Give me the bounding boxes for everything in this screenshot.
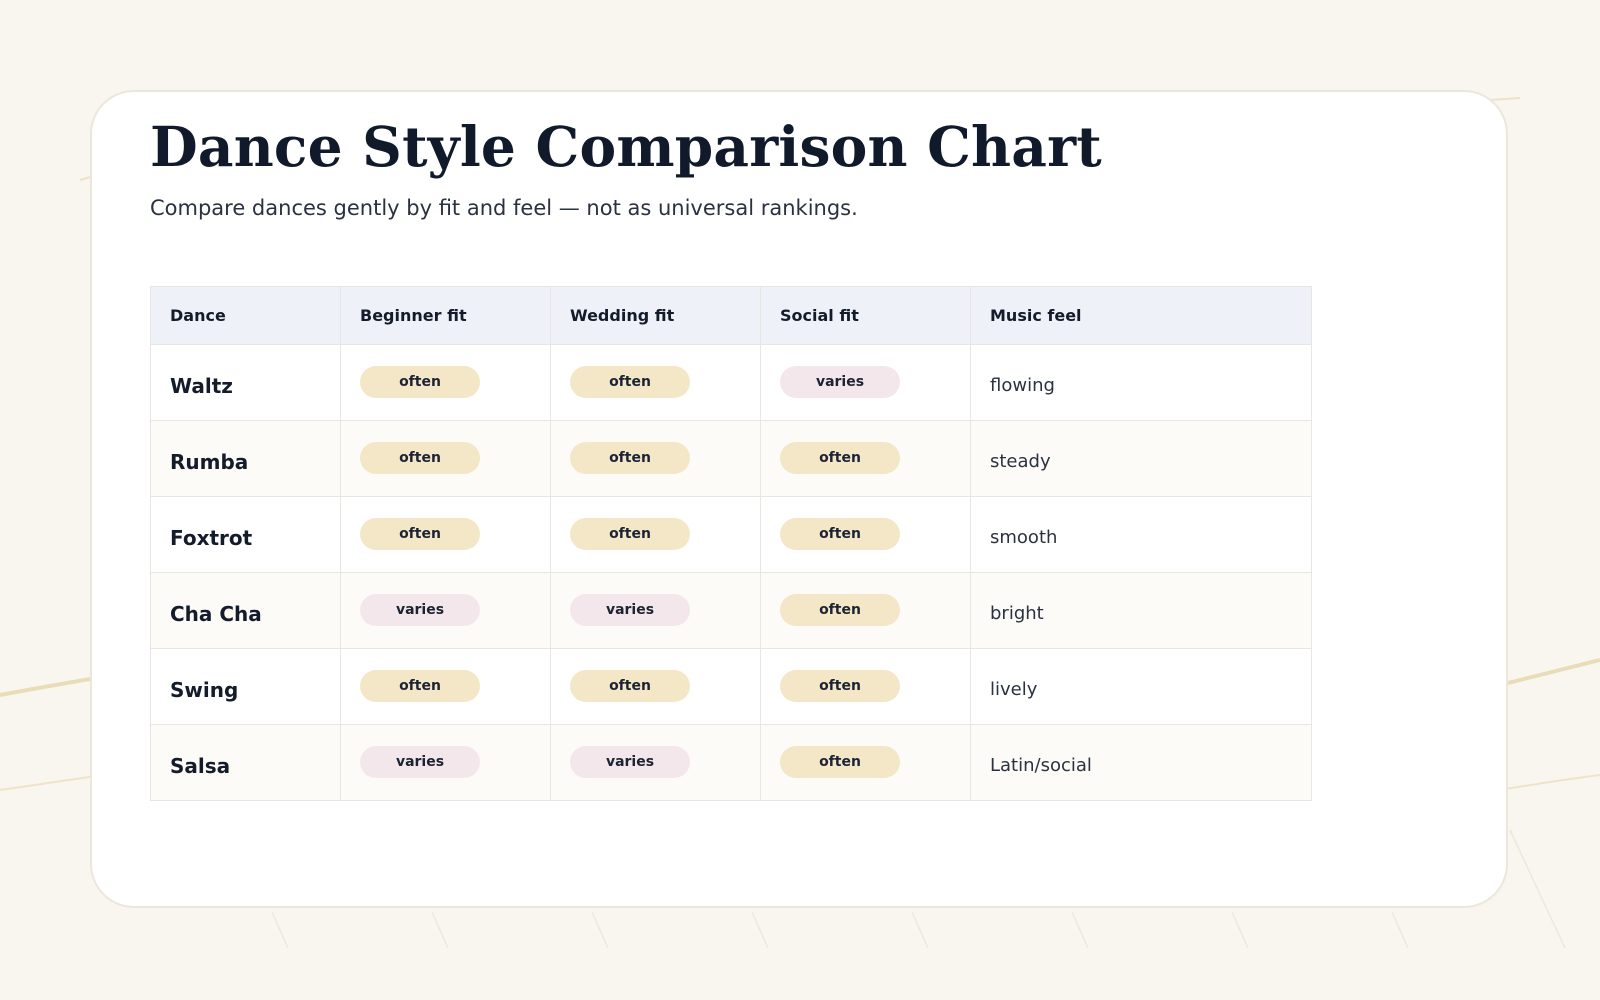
dance-name: Salsa [170, 753, 231, 778]
beginner-fit-badge: often [360, 365, 480, 398]
social-fit-cell: often [760, 420, 971, 497]
music-feel-text: flowing [990, 375, 1055, 396]
beginner-fit-cell: varies [340, 572, 551, 649]
dance-name: Swing [170, 677, 239, 702]
beginner-fit-badge: often [360, 517, 480, 550]
beginner-fit-cell: varies [340, 724, 551, 801]
social-fit-cell: often [760, 496, 971, 573]
column-header-dance: Dance [150, 286, 341, 345]
dance-cell: Salsa [150, 724, 341, 801]
social-fit-badge: varies [780, 365, 900, 398]
wedding-fit-badge: varies [570, 745, 690, 778]
social-fit-badge: often [780, 593, 900, 626]
column-header-beginner-fit: Beginner fit [340, 286, 551, 345]
chart-card: Dance Style Comparison Chart Compare dan… [90, 90, 1508, 908]
beginner-fit-badge: often [360, 669, 480, 702]
beginner-fit-cell: often [340, 496, 551, 573]
beginner-fit-badge: varies [360, 593, 480, 626]
dance-name: Foxtrot [170, 525, 253, 550]
dance-name: Cha Cha [170, 601, 262, 626]
social-fit-cell: often [760, 724, 971, 801]
beginner-fit-badge: varies [360, 745, 480, 778]
comparison-table: Dance Beginner fit Wedding fit Social fi… [150, 286, 1312, 801]
wedding-fit-badge: often [570, 365, 690, 398]
column-header-music-feel: Music feel [970, 286, 1312, 345]
wedding-fit-badge: varies [570, 593, 690, 626]
table-row: Rumba often often often steady [150, 420, 1312, 497]
social-fit-badge: often [780, 517, 900, 550]
music-feel-text: lively [990, 679, 1038, 700]
wedding-fit-badge: often [570, 441, 690, 474]
beginner-fit-badge: often [360, 441, 480, 474]
music-feel-text: steady [990, 451, 1051, 472]
wedding-fit-badge: often [570, 669, 690, 702]
beginner-fit-cell: often [340, 344, 551, 421]
table-header-row: Dance Beginner fit Wedding fit Social fi… [150, 286, 1312, 345]
table-row: Cha Cha varies varies often bright [150, 572, 1312, 649]
wedding-fit-badge: often [570, 517, 690, 550]
music-feel-cell: lively [970, 648, 1312, 725]
social-fit-badge: often [780, 669, 900, 702]
music-feel-text: bright [990, 603, 1044, 624]
social-fit-cell: often [760, 572, 971, 649]
dance-cell: Waltz [150, 344, 341, 421]
beginner-fit-cell: often [340, 648, 551, 725]
wedding-fit-cell: often [550, 420, 761, 497]
dance-name: Rumba [170, 449, 249, 474]
wedding-fit-cell: often [550, 648, 761, 725]
music-feel-text: smooth [990, 527, 1058, 548]
column-header-social-fit: Social fit [760, 286, 971, 345]
table-row: Swing often often often lively [150, 648, 1312, 725]
dance-cell: Rumba [150, 420, 341, 497]
wedding-fit-cell: varies [550, 724, 761, 801]
social-fit-badge: often [780, 441, 900, 474]
dance-cell: Cha Cha [150, 572, 341, 649]
social-fit-cell: often [760, 648, 971, 725]
wedding-fit-cell: often [550, 344, 761, 421]
wedding-fit-cell: varies [550, 572, 761, 649]
music-feel-cell: flowing [970, 344, 1312, 421]
dance-cell: Foxtrot [150, 496, 341, 573]
beginner-fit-cell: often [340, 420, 551, 497]
column-header-wedding-fit: Wedding fit [550, 286, 761, 345]
music-feel-cell: steady [970, 420, 1312, 497]
wedding-fit-cell: often [550, 496, 761, 573]
social-fit-badge: often [780, 745, 900, 778]
social-fit-cell: varies [760, 344, 971, 421]
table-row: Waltz often often varies flowing [150, 344, 1312, 421]
music-feel-cell: Latin/social [970, 724, 1312, 801]
music-feel-text: Latin/social [990, 755, 1092, 776]
table-row: Foxtrot often often often smooth [150, 496, 1312, 573]
music-feel-cell: smooth [970, 496, 1312, 573]
page-subtitle: Compare dances gently by fit and feel — … [150, 196, 858, 220]
dance-cell: Swing [150, 648, 341, 725]
table-row: Salsa varies varies often Latin/social [150, 724, 1312, 801]
dance-name: Waltz [170, 373, 233, 398]
music-feel-cell: bright [970, 572, 1312, 649]
page-title: Dance Style Comparison Chart [150, 114, 1102, 179]
